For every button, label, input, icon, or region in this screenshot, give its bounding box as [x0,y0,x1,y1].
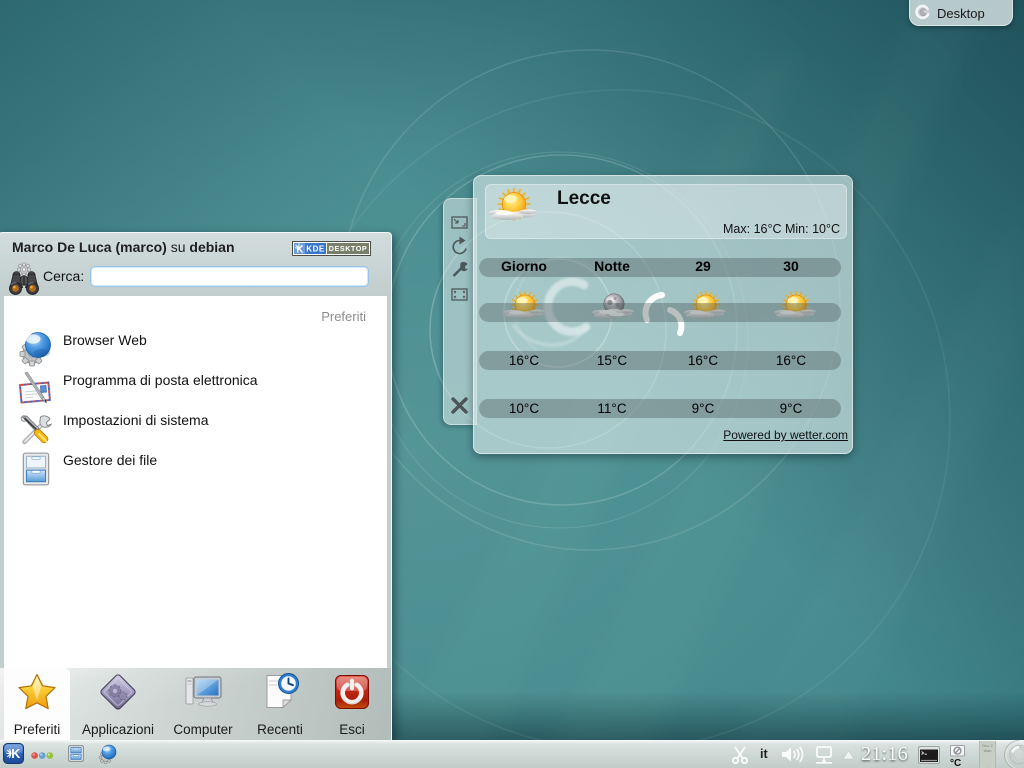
svg-text:K: K [296,245,303,256]
svg-text:KDE: KDE [306,244,325,253]
svg-text:K: K [11,747,20,761]
svg-text:DESKTOP: DESKTOP [329,244,367,253]
svg-text:°C: °C [950,758,961,768]
